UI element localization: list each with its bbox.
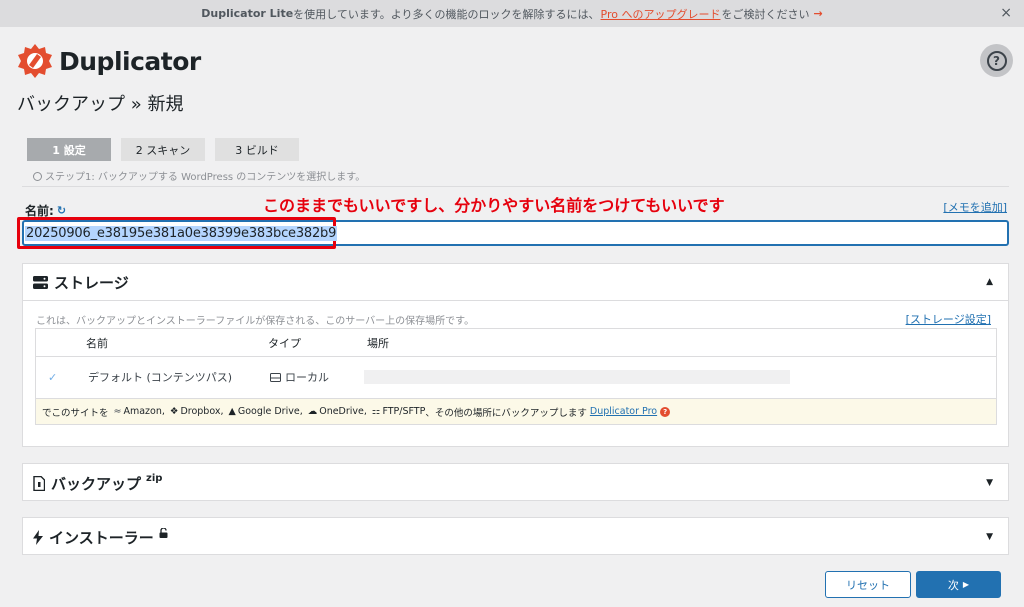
panel-divider <box>23 300 1008 301</box>
brand-name: Duplicator <box>59 46 201 76</box>
section-divider <box>22 186 1009 187</box>
storage-table: 名前 タイプ 場所 ✓ デフォルト (コンテンツパス) ローカル でこのサイトを… <box>35 328 997 425</box>
step-description: ステップ1: バックアップする WordPress のコンテンツを選択します。 <box>33 168 365 183</box>
next-button[interactable]: 次 ▶ <box>916 571 1001 598</box>
notice-text-before: を使用しています。より多くの機能のロックを解除するには、 <box>293 7 600 21</box>
backup-sup-zip: zip <box>146 472 163 484</box>
storage-name: デフォルト (コンテンツパス) <box>88 371 233 384</box>
installer-panel[interactable]: インストーラー ▼ <box>22 517 1009 555</box>
ftp-icon: ⚏ <box>371 406 381 417</box>
dropbox-icon: ❖ <box>169 406 179 417</box>
storage-panel: ストレージ ▲ これは、バックアップとインストーラーファイルが保存される、このサ… <box>22 263 1009 447</box>
duplicator-pro-link[interactable]: Duplicator Pro <box>590 406 657 417</box>
archive-file-icon <box>33 475 45 491</box>
checkbox-checked-icon[interactable]: ✓ <box>48 371 57 384</box>
duplicator-logo-icon <box>18 44 52 78</box>
caret-down-icon[interactable]: ▼ <box>986 532 993 542</box>
col-location: 場所 <box>367 336 389 350</box>
play-icon: ▶ <box>962 580 970 589</box>
storage-panel-header[interactable]: ストレージ ▲ <box>23 264 1008 300</box>
installer-panel-header[interactable]: インストーラー ▼ <box>23 518 1008 556</box>
bolt-icon <box>33 529 43 545</box>
caret-up-icon[interactable]: ▲ <box>986 277 993 287</box>
question-icon: ? <box>986 50 1007 71</box>
help-button[interactable]: ? <box>980 44 1013 77</box>
onedrive-icon: ☁ <box>307 406 318 417</box>
add-memo-link[interactable]: [メモを追加] <box>943 199 1007 215</box>
step-build: 3 ビルド <box>215 138 299 161</box>
backup-panel[interactable]: バックアップ zip ▼ <box>22 463 1009 501</box>
duplicator-logo: Duplicator <box>16 42 201 80</box>
wordpress-icon <box>33 172 42 181</box>
storage-location <box>364 370 790 384</box>
table-row[interactable]: ✓ デフォルト (コンテンツパス) ローカル <box>36 357 996 397</box>
reset-button[interactable]: リセット <box>825 571 911 598</box>
storage-settings-link[interactable]: [ストレージ設定] <box>906 311 991 327</box>
storage-title: ストレージ <box>54 273 129 292</box>
backup-title: バックアップ <box>51 474 142 493</box>
pro-promo-row: でこのサイトを ≈ Amazon, ❖ Dropbox, ▲ Google Drive… <box>36 398 996 424</box>
col-type: タイプ <box>268 336 301 350</box>
storage-description: これは、バックアップとインストーラーファイルが保存される、このサーバー上の保存場… <box>36 316 475 327</box>
unlock-icon <box>159 528 168 538</box>
upgrade-notice-bar: Duplicator Lite を使用しています。より多くの機能のロックを解除す… <box>0 0 1024 27</box>
backup-panel-header[interactable]: バックアップ zip ▼ <box>23 464 1008 502</box>
storage-type: ローカル <box>270 369 329 385</box>
amazon-icon: ≈ <box>113 406 122 417</box>
wizard-steps: 1 設定 2 スキャン 3 ビルド <box>27 138 299 161</box>
backup-name-value[interactable]: 20250906_e38195e381a0e38399e383bce382b9 <box>25 225 338 241</box>
notice-text-after: をご検討ください <box>721 7 810 21</box>
caret-down-icon[interactable]: ▼ <box>986 478 993 488</box>
storage-icon <box>33 275 48 289</box>
table-header: 名前 タイプ 場所 <box>36 329 996 357</box>
step-settings: 1 設定 <box>27 138 111 161</box>
page-title: バックアップ » 新規 <box>17 94 184 115</box>
refresh-icon[interactable]: ↻ <box>57 204 66 217</box>
upgrade-link[interactable]: Pro へのアップグレード <box>601 6 721 22</box>
col-name: 名前 <box>86 336 108 350</box>
help-icon[interactable]: ? <box>660 406 671 417</box>
hard-drive-icon <box>270 372 281 382</box>
close-icon[interactable]: × <box>1000 5 1012 21</box>
step-scan: 2 スキャン <box>121 138 205 161</box>
notice-product: Duplicator Lite <box>201 7 294 20</box>
google-drive-icon: ▲ <box>228 406 236 417</box>
arrow-right-icon[interactable]: → <box>813 7 822 20</box>
annotation-highlight-box: 20250906_e38195e381a0e38399e383bce382b9 <box>17 217 338 249</box>
installer-title: インストーラー <box>49 528 154 547</box>
annotation-text: このままでもいいですし、分かりやすい名前をつけてもいいです <box>263 196 725 215</box>
